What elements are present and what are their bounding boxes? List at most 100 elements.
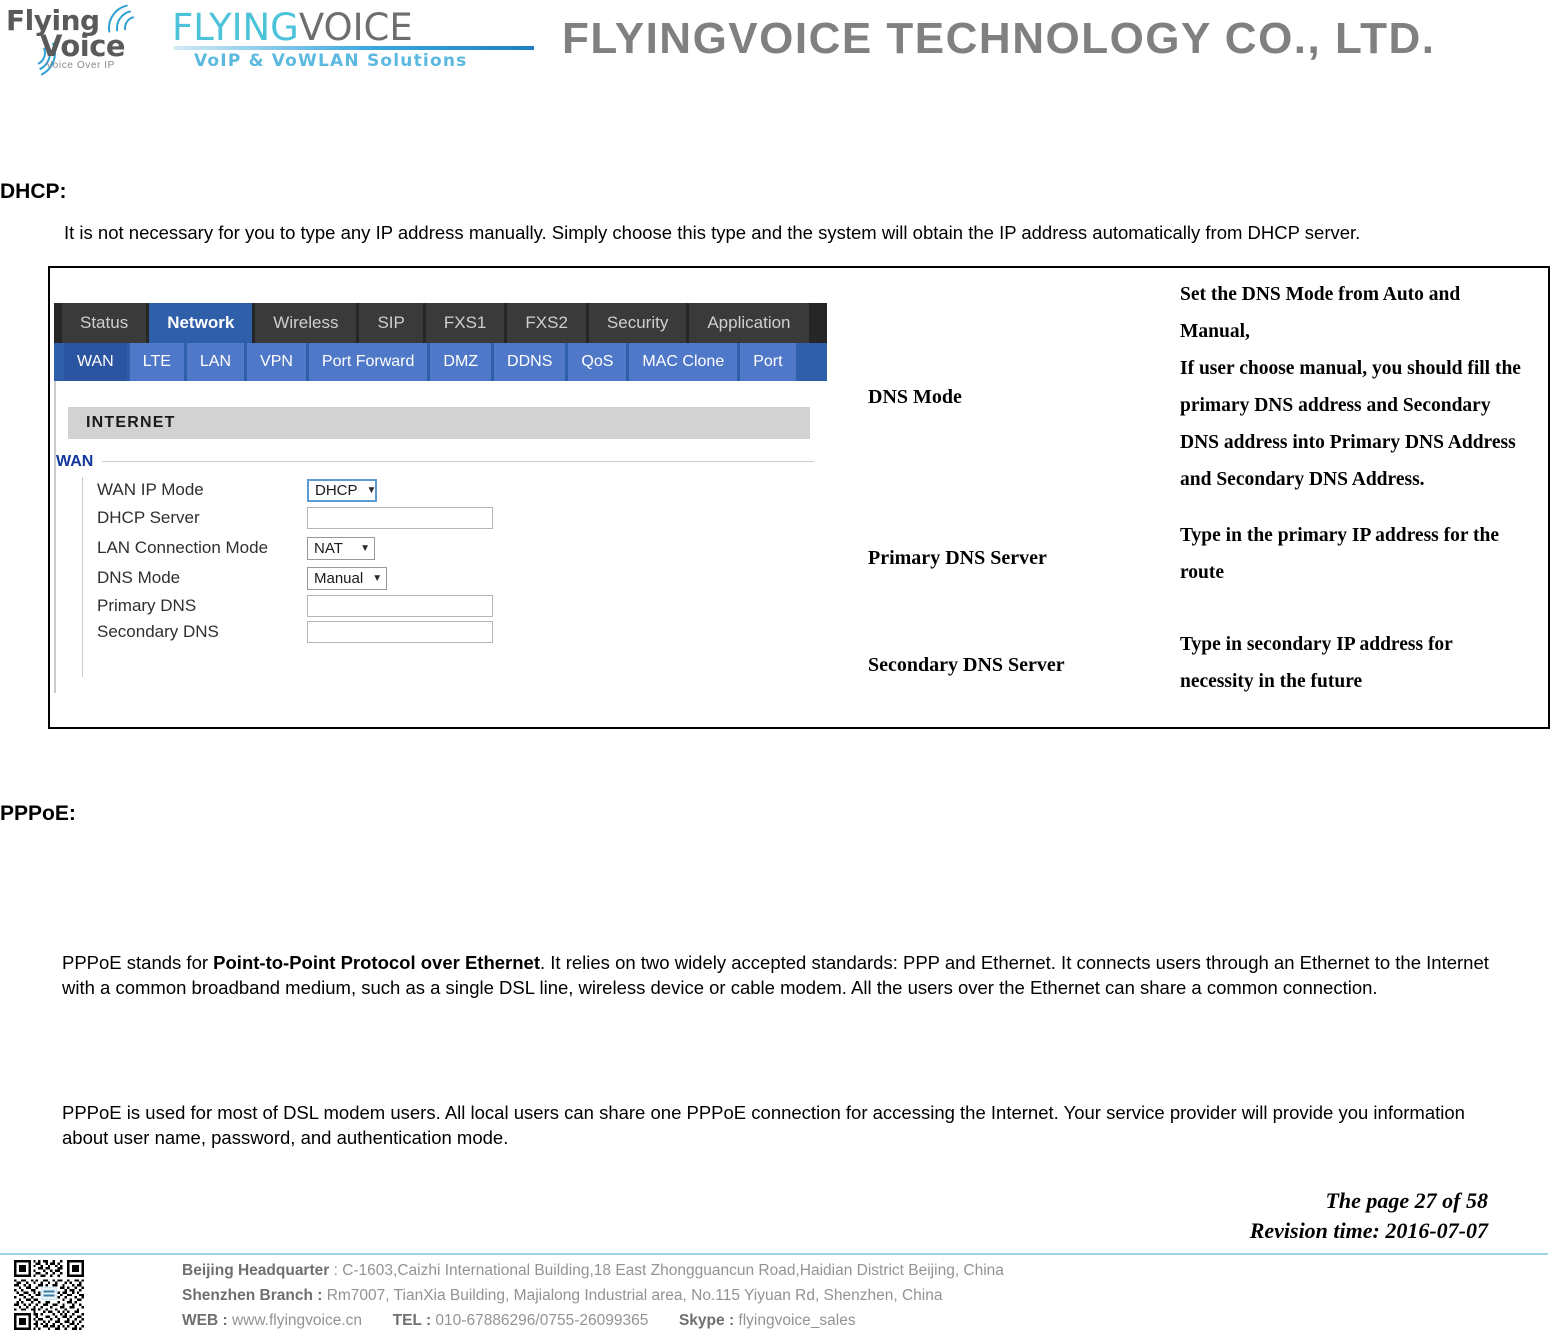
pppoe-para1-bold: Point-to-Point Protocol over Ethernet [213, 952, 541, 973]
form-label-lan-connection-mode: LAN Connection Mode [97, 538, 269, 557]
logo-mark-word-voice: Voice [40, 29, 126, 63]
router-tab-security[interactable]: Security [588, 303, 687, 343]
spec-desc-line: Type in the primary IP address for the [1180, 525, 1500, 546]
spec-desc-line: If user choose manual, you should fill t… [1180, 358, 1521, 379]
wan-group-label: WAN [56, 453, 94, 470]
page-meta: The page 27 of 58 Revision time: 2016-07… [1250, 1186, 1488, 1246]
qr-code [14, 1260, 84, 1330]
spec-desc-line: primary DNS address and Secondary [1180, 395, 1491, 416]
spec-term-secondary-dns-server: Secondary DNS Server [868, 654, 1065, 676]
footer-beijing-value: : C-1603,Caizhi International Building,1… [329, 1262, 1004, 1279]
spec-desc-primary-dns-server: Type in the primary IP address for the r… [1180, 517, 1540, 591]
footer-contact-block: Beijing Headquarter : C-1603,Caizhi Inte… [182, 1258, 1004, 1333]
chevron-down-icon: ▼ [366, 484, 377, 496]
router-content-panel: INTERNET WAN WAN IP Mode DHCP ▼ DHCP Server… [54, 381, 827, 693]
wordmark-flying: FLYING [172, 6, 299, 49]
internet-panel-title: INTERNET [86, 414, 176, 431]
internet-panel-header: INTERNET [68, 407, 810, 439]
page-header: Flying Voice Voice Over IP FLYINGVOICE V… [0, 0, 1560, 86]
footer-line-beijing: Beijing Headquarter : C-1603,Caizhi Inte… [182, 1258, 1004, 1283]
chevron-down-icon: ▼ [360, 542, 370, 554]
form-select-dns-mode[interactable]: Manual ▼ [307, 566, 387, 590]
footer-web-label: WEB : [182, 1312, 228, 1329]
dhcp-section-heading: DHCP: [0, 180, 67, 203]
wan-group-divider [102, 461, 814, 462]
logo-mark-tagline: Voice Over IP [46, 60, 115, 71]
router-tab-sip[interactable]: SIP [359, 303, 423, 343]
router-subtab-qos[interactable]: QoS [568, 343, 627, 381]
form-label-primary-dns: Primary DNS [97, 596, 197, 615]
dhcp-section-paragraph: It is not necessary for you to type any … [64, 222, 1361, 243]
wordmark-voice: VOICE [298, 6, 413, 49]
page-number-line: The page 27 of 58 [1325, 1188, 1488, 1213]
router-tab-wireless[interactable]: Wireless [255, 303, 357, 343]
pppoe-section-paragraph-2: PPPoE is used for most of DSL modem user… [62, 1102, 1465, 1148]
form-row-dns-mode: DNS Mode Manual ▼ [97, 565, 387, 591]
footer-tel-value: 010-67886296/0755-26099365 [431, 1312, 649, 1329]
pppoe-para1-before: PPPoE stands for [62, 952, 214, 973]
router-subtab-wan[interactable]: WAN [64, 343, 127, 381]
form-select-lan-connection-mode[interactable]: NAT ▼ [307, 536, 375, 560]
footer-line-contacts: WEB : www.flyingvoice.cn TEL : 010-67886… [182, 1308, 1004, 1333]
footer-skype-label: Skype : [678, 1312, 735, 1329]
router-subtab-port[interactable]: Port [740, 343, 796, 381]
spec-term-primary-dns-server: Primary DNS Server [868, 547, 1047, 569]
router-tab-network[interactable]: Network [149, 303, 253, 343]
router-tab-fxs2[interactable]: FXS2 [507, 303, 586, 343]
footer-tel-label: TEL : [392, 1312, 432, 1329]
router-tab-application[interactable]: Application [689, 303, 809, 343]
router-sub-tabs[interactable]: WAN LTE LAN VPN Port Forward DMZ DDNS QoS MAC Cl… [64, 343, 799, 381]
spec-desc-dns-mode: Set the DNS Mode from Auto and Manual, I… [1180, 276, 1540, 498]
spec-desc-line: Manual, [1180, 321, 1250, 342]
spec-desc-line: route [1180, 562, 1225, 583]
spec-desc-line: necessity in the future [1180, 671, 1363, 692]
router-tab-status[interactable]: Status [62, 303, 147, 343]
router-subtab-ddns[interactable]: DDNS [494, 343, 566, 381]
wordmark-subtitle: VoIP & VoWLAN Solutions [194, 51, 468, 71]
form-select-value-wan-ip-mode: DHCP [315, 481, 358, 499]
footer-shenzhen-value: Rm7007, TianXia Building, Majialong Indu… [322, 1287, 943, 1304]
form-input-secondary-dns[interactable] [307, 621, 493, 643]
form-label-secondary-dns: Secondary DNS [97, 622, 219, 641]
form-row-secondary-dns: Secondary DNS [97, 619, 493, 645]
form-label-dns-mode: DNS Mode [97, 568, 181, 587]
dhcp-spec-table: Status Network Wireless SIP FXS1 FXS2 Security… [48, 266, 1550, 729]
footer-divider [0, 1253, 1548, 1255]
wordmark-divider [174, 46, 534, 50]
router-subtab-dmz[interactable]: DMZ [430, 343, 492, 381]
router-subtab-port-forward[interactable]: Port Forward [308, 343, 428, 381]
spec-desc-line: and Secondary DNS Address. [1180, 469, 1425, 490]
form-select-value-lan-connection-mode: NAT [314, 539, 343, 557]
router-tab-fxs1[interactable]: FXS1 [425, 303, 505, 343]
chevron-down-icon: ▼ [372, 572, 383, 584]
form-label-dhcp-server: DHCP Server [97, 508, 200, 527]
form-label-wan-ip-mode: WAN IP Mode [97, 480, 204, 499]
spec-desc-line: Set the DNS Mode from Auto and [1180, 284, 1461, 305]
form-select-wan-ip-mode[interactable]: DHCP ▼ [307, 478, 377, 502]
wan-settings-form: WAN IP Mode DHCP ▼ DHCP Server LAN Connectio… [82, 477, 783, 677]
spec-desc-line: Type in secondary IP address for [1180, 634, 1453, 655]
footer-shenzhen-label: Shenzhen Branch : [182, 1287, 323, 1304]
router-subtab-vpn[interactable]: VPN [247, 343, 306, 381]
form-row-primary-dns: Primary DNS [97, 593, 493, 619]
router-subtab-lte[interactable]: LTE [129, 343, 184, 381]
footer-beijing-label: Beijing Headquarter [182, 1262, 330, 1279]
router-subtab-lan[interactable]: LAN [186, 343, 245, 381]
qr-code-icon [14, 1260, 84, 1330]
spec-desc-line: DNS address into Primary DNS Address [1180, 432, 1516, 453]
router-main-tabs[interactable]: Status Network Wireless SIP FXS1 FXS2 Security… [62, 303, 812, 343]
footer-skype-value: flyingvoice_sales [734, 1312, 856, 1329]
form-input-dhcp-server[interactable] [307, 507, 493, 529]
router-subtab-mac-clone[interactable]: MAC Clone [629, 343, 738, 381]
spec-term-dns-mode: DNS Mode [868, 386, 962, 408]
wordmark-line: FLYINGVOICE [172, 6, 413, 49]
flyingvoice-logo-mark: Flying Voice Voice Over IP [0, 0, 166, 86]
flyingvoice-wordmark: FLYINGVOICE VoIP & VoWLAN Solutions [172, 6, 542, 71]
pppoe-section-paragraph-1: PPPoE stands for Point-to-Point Protocol… [62, 950, 1510, 1000]
footer-web-value[interactable]: www.flyingvoice.cn [228, 1312, 362, 1329]
pppoe-section-heading: PPPoE: [0, 802, 76, 825]
form-select-value-dns-mode: Manual [314, 569, 364, 587]
form-input-primary-dns[interactable] [307, 595, 493, 617]
form-row-dhcp-server: DHCP Server [97, 505, 493, 531]
form-row-wan-ip-mode: WAN IP Mode DHCP ▼ [97, 477, 377, 503]
